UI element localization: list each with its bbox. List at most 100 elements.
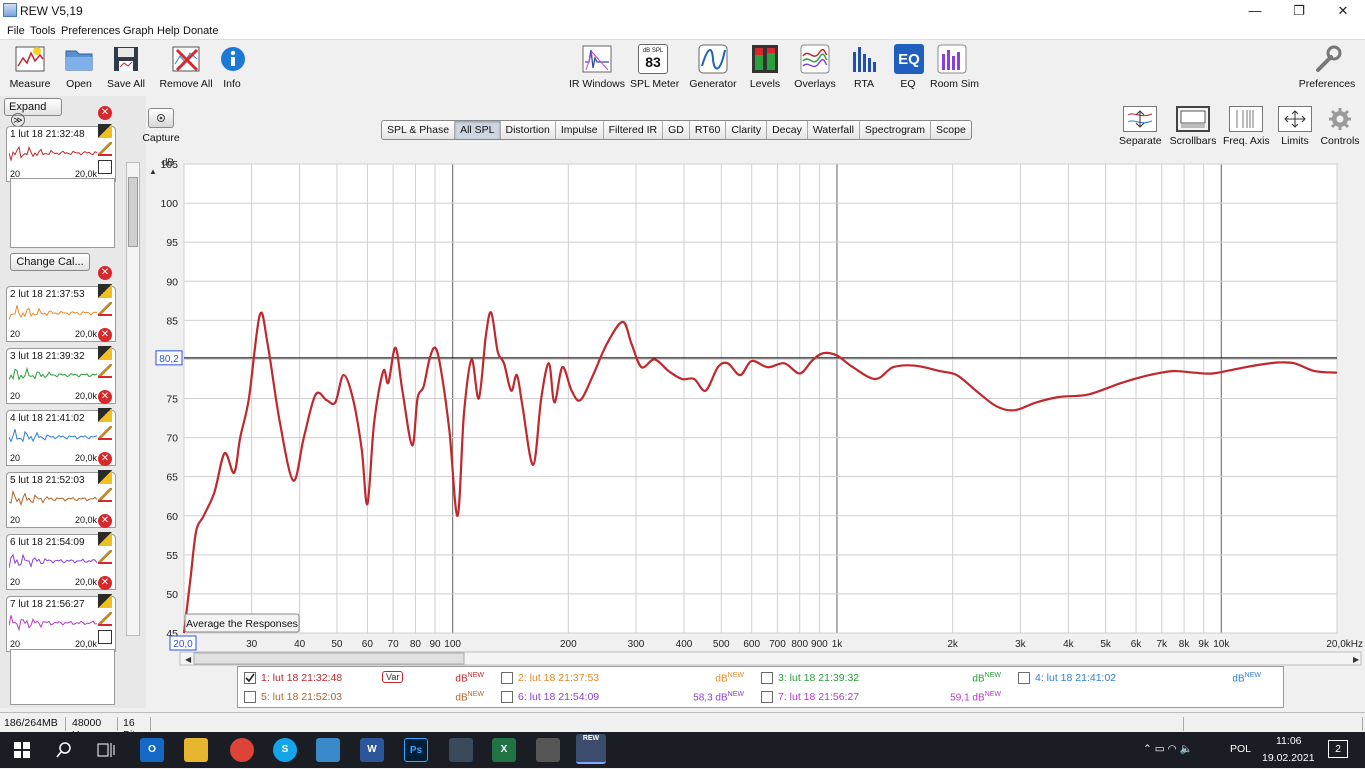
edit-icon[interactable] [98,550,112,564]
close-button[interactable]: ✕ [1321,0,1365,22]
spl-meter-button[interactable]: dB SPL 83 SPL Meter [630,44,679,90]
edit-icon[interactable] [98,488,112,502]
calculator-icon[interactable] [536,738,560,762]
freq-axis-button[interactable]: Freq. Axis [1223,106,1270,147]
start-icon[interactable] [10,738,34,762]
edit-icon[interactable] [98,302,112,316]
save-measurement-icon[interactable] [98,284,112,298]
file-explorer-icon[interactable] [184,738,208,762]
tab-decay[interactable]: Decay [767,121,808,139]
word-icon[interactable]: W [360,738,384,762]
delete-icon[interactable]: ✕ [98,328,112,342]
restore-button[interactable]: ❐ [1277,0,1321,22]
tab-scope[interactable]: Scope [931,121,971,139]
save-measurement-icon[interactable] [98,408,112,422]
scrollbars-button[interactable]: Scrollbars [1168,106,1218,147]
notes-icon[interactable] [316,738,340,762]
delete-icon[interactable]: ✕ [98,576,112,590]
overlays-button[interactable]: Overlays [793,44,837,90]
menu-graph[interactable]: Graph [123,25,154,37]
legend-checkbox[interactable] [244,672,256,684]
menu-preferences[interactable]: Preferences [61,25,120,37]
spl-graph[interactable]: 4550556065707580859095100105dB3040506070… [148,156,1365,668]
capture-button[interactable]: Capture [140,108,182,144]
delete-icon[interactable]: ✕ [98,452,112,466]
save-measurement-icon[interactable] [98,470,112,484]
eq-button[interactable]: EQ EQ [894,44,924,90]
tab-spl-phase[interactable]: SPL & Phase [382,121,456,139]
measure-button[interactable]: Measure [8,44,52,90]
save-measurement-icon[interactable] [98,124,112,138]
chrome-icon[interactable] [230,738,254,762]
edit-icon[interactable] [98,426,112,440]
tray-icons[interactable]: ⌃ ▭ ◠ 🔈 [1143,742,1193,755]
generator-button[interactable]: Generator [689,44,737,90]
language-indicator[interactable]: POL [1230,743,1251,755]
scroll-left-icon: ◀ [185,655,192,664]
tab-filtered-ir[interactable]: Filtered IR [604,121,664,139]
outlook-icon[interactable]: O [140,738,164,762]
save-measurement-icon[interactable] [98,532,112,546]
save-app-icon[interactable] [449,738,473,762]
title-bar: REW V5,19 — ❐ ✕ [0,0,1365,22]
menu-tools[interactable]: Tools [30,25,56,37]
menu-file[interactable]: File [7,25,25,37]
save-measurement-icon[interactable] [98,346,112,360]
legend-checkbox[interactable] [244,691,256,703]
ir-windows-button[interactable]: IR Windows [569,44,625,90]
separate-button[interactable]: Separate [1119,106,1162,147]
legend-checkbox[interactable] [501,672,513,684]
delete-icon[interactable]: ✕ [98,106,112,120]
edit-icon[interactable] [98,364,112,378]
save-all-button[interactable]: Save All [104,44,148,90]
tab-distortion[interactable]: Distortion [501,121,556,139]
var-toggle[interactable]: Var [382,671,404,683]
menu-donate[interactable]: Donate [183,25,218,37]
save-measurement-icon[interactable] [98,594,112,608]
notes-icon[interactable] [98,630,112,644]
search-icon[interactable] [52,738,76,762]
legend-checkbox[interactable] [501,691,513,703]
notification-icon[interactable]: 2 [1328,740,1348,758]
delete-icon[interactable]: ✕ [98,266,112,280]
scrollbar-thumb[interactable] [128,177,138,247]
tab-rt60[interactable]: RT60 [690,121,727,139]
preferences-button[interactable]: Preferences [1297,44,1357,90]
change-cal-button[interactable]: Change Cal... [10,253,90,271]
levels-button[interactable]: Levels [749,44,781,90]
notes-icon[interactable] [98,160,112,174]
tab-all-spl[interactable]: All SPL [455,121,501,139]
average-responses-button[interactable]: Average the Responses [184,613,300,633]
tab-clarity[interactable]: Clarity [726,121,768,139]
delete-icon[interactable]: ✕ [98,514,112,528]
controls-button[interactable]: Controls [1320,106,1360,147]
edit-icon[interactable] [98,142,112,156]
delete-icon[interactable]: ✕ [98,390,112,404]
minimize-button[interactable]: — [1233,0,1277,22]
tab-spectrogram[interactable]: Spectrogram [860,121,932,139]
tab-impulse[interactable]: Impulse [556,121,604,139]
rta-button[interactable]: RTA [850,44,878,90]
task-view-icon[interactable] [94,738,118,762]
calibration-box [10,178,115,248]
skype-icon[interactable]: S [273,738,297,762]
limits-button[interactable]: Limits [1278,106,1312,147]
photoshop-icon[interactable]: Ps [404,738,428,762]
info-button[interactable]: Info [218,44,246,90]
expand-button[interactable]: Expand ≫ [4,98,62,127]
edit-icon[interactable] [98,612,112,626]
clock-time[interactable]: 11:06 [1276,735,1302,747]
legend-checkbox[interactable] [761,691,773,703]
legend-checkbox[interactable] [761,672,773,684]
tab-gd[interactable]: GD [663,121,690,139]
open-button[interactable]: Open [60,44,98,90]
remove-all-button[interactable]: Remove All [156,44,216,90]
excel-icon[interactable]: X [492,738,516,762]
rew-icon[interactable]: REW [576,734,606,764]
room-sim-button[interactable]: Room Sim [930,44,979,90]
menu-help[interactable]: Help [157,25,180,37]
clock-date[interactable]: 19.02.2021 [1262,752,1315,764]
legend-checkbox[interactable] [1018,672,1030,684]
measurements-scrollbar[interactable] [126,162,140,636]
tab-waterfall[interactable]: Waterfall [808,121,860,139]
